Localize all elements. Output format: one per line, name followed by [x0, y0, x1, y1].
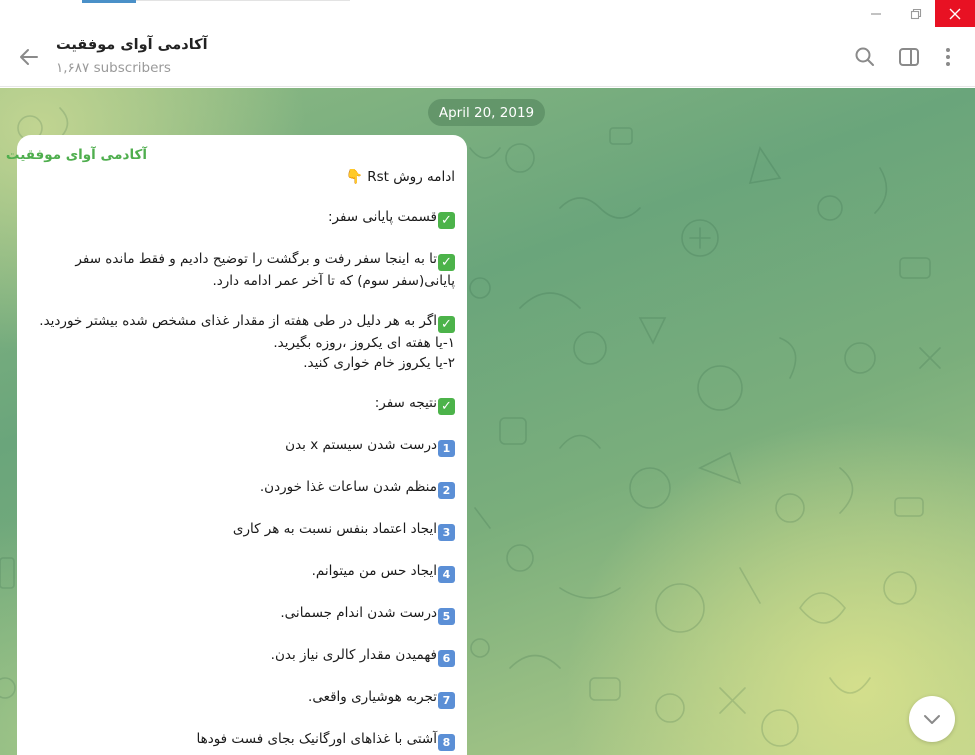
message-author[interactable]: آکادمی آوای موفقیت [6, 147, 147, 163]
check-mark-icon: ✓ [438, 398, 455, 415]
minimize-button[interactable] [856, 0, 896, 27]
minimize-icon [871, 12, 881, 15]
subscriber-count: ۱,۶۸۷ subscribers [56, 60, 171, 76]
more-options-button[interactable] [937, 44, 963, 70]
message-bubble[interactable]: آکادمی آوای موفقیت ادامه روش Rst 👇 ✓قسمت… [6, 135, 467, 755]
window-titlebar [0, 0, 975, 27]
message-text: ادامه روش Rst 👇 ✓قسمت پایانی سفر: ✓تا به… [27, 167, 455, 755]
list-item: 3ایجاد اعتماد بنفس نسبت به هر کاری [27, 519, 455, 541]
keycap-number-icon: 1 [438, 440, 455, 457]
scroll-to-bottom-button[interactable] [909, 696, 955, 742]
keycap-number-icon: 6 [438, 650, 455, 667]
back-arrow-icon [20, 49, 38, 65]
active-tab-indicator [82, 0, 136, 3]
section-title: ✓نتیجه سفر: [27, 393, 455, 415]
keycap-number-icon: 8 [438, 734, 455, 751]
intro-line: ادامه روش Rst 👇 [345, 169, 455, 185]
close-window-button[interactable] [935, 0, 975, 27]
chevron-down-icon [924, 715, 940, 724]
search-icon [855, 47, 874, 66]
pointing-down-icon: 👇 [345, 169, 363, 185]
list-item: 8آشتی با غذاهای اورگانیک بجای فست فودها [27, 729, 455, 751]
keycap-number-icon: 2 [438, 482, 455, 499]
keycap-number-icon: 7 [438, 692, 455, 709]
list-item: 5درست شدن اندام جسمانی. [27, 603, 455, 625]
list-item: 6فهمیدن مقدار کالری نیاز بدن. [27, 645, 455, 667]
list-item: 1درست شدن سیستم x بدن [27, 435, 455, 457]
list-item: 7تجربه هوشیاری واقعی. [27, 687, 455, 709]
check-mark-icon: ✓ [438, 212, 455, 229]
search-button[interactable] [852, 44, 878, 70]
list-item: 4ایجاد حس من میتوانم. [27, 561, 455, 583]
sidebar-panel-icon [899, 48, 919, 66]
sidebar-toggle-button[interactable] [896, 44, 922, 70]
restore-button[interactable] [896, 0, 936, 27]
keycap-number-icon: 4 [438, 566, 455, 583]
paragraph: ✓اگر به هر دلیل در طی هفته از مقدار غذای… [39, 313, 455, 371]
close-icon [949, 8, 961, 19]
keycap-number-icon: 5 [438, 608, 455, 625]
date-badge: April 20, 2019 [428, 99, 545, 126]
keycap-number-icon: 3 [438, 524, 455, 541]
restore-icon [910, 8, 922, 19]
section-title: ✓قسمت پایانی سفر: [27, 207, 455, 229]
tab-divider [136, 0, 350, 1]
list-item: 2منظم شدن ساعات غذا خوردن. [27, 477, 455, 499]
channel-title[interactable]: آکادمی آوای موفقیت [56, 37, 208, 53]
chat-header: آکادمی آوای موفقیت ۱,۶۸۷ subscribers [0, 27, 975, 87]
check-mark-icon: ✓ [438, 254, 455, 271]
paragraph: ✓تا به اینجا سفر رفت و برگشت را توضیح دا… [75, 251, 455, 289]
chat-area[interactable]: April 20, 2019 آکادمی آوای موفقیت ادامه … [0, 88, 975, 755]
check-mark-icon: ✓ [438, 316, 455, 333]
back-button[interactable] [16, 44, 42, 70]
more-vertical-icon [946, 48, 950, 66]
